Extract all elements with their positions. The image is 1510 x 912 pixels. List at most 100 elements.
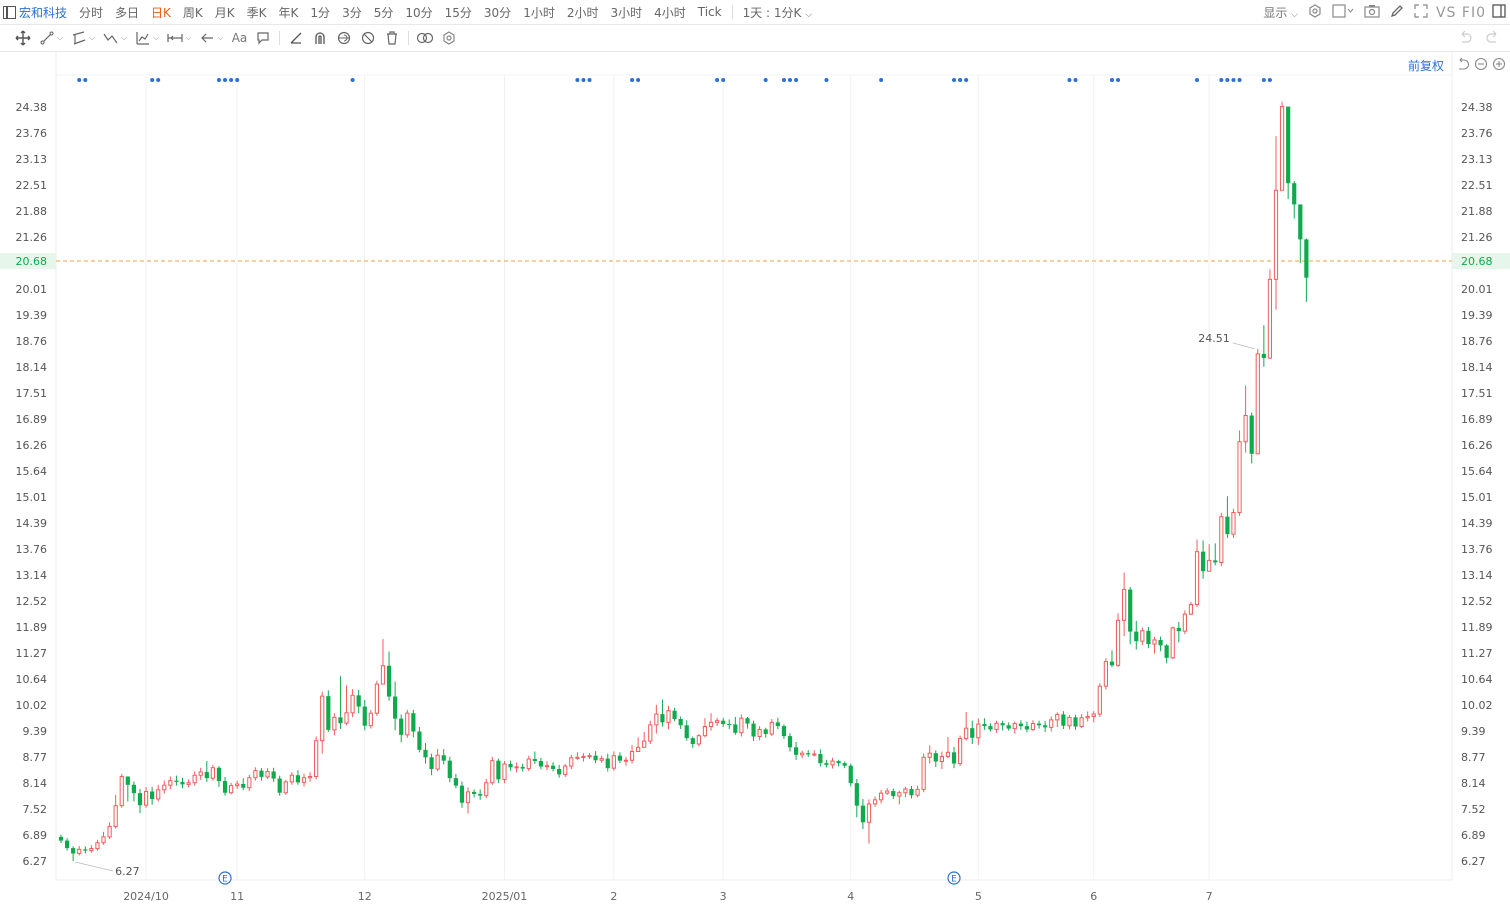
candle-body <box>660 714 665 723</box>
signal-dot <box>952 78 957 82</box>
magnet-icon[interactable] <box>311 29 329 47</box>
move-icon[interactable] <box>14 29 32 47</box>
comment-icon[interactable] <box>254 29 272 47</box>
undo-redo <box>1458 30 1500 47</box>
y-tick-label-right: 16.26 <box>1461 439 1493 452</box>
candle-body <box>769 721 774 735</box>
divider <box>408 31 410 45</box>
candle-body <box>866 803 872 823</box>
chevron-down-icon[interactable]: ⌵ <box>185 33 191 43</box>
candle-body <box>1164 645 1169 658</box>
candle-body <box>210 767 215 779</box>
kline-chart[interactable]: 2024/10 11 12 2025/01 2 3 4 5 6 7 24.38 24.38 23.76 2… <box>0 52 1510 912</box>
candle-body <box>168 780 173 786</box>
settings-icon[interactable] <box>1308 4 1322 21</box>
candle-body <box>301 777 307 783</box>
candle-body <box>386 665 392 697</box>
candle-body <box>557 768 562 775</box>
timeframe-tabs: 分时 多日 日K 周K 月K 季K 年K 1分 3分 5分 10分 15分 30分 1小时 2小时 3小时 4小… <box>73 4 728 21</box>
display-dropdown[interactable]: 显示 ⌵ <box>1263 4 1298 21</box>
timeframe-tab[interactable]: Tick <box>698 5 722 19</box>
timeframe-tab[interactable]: 年K <box>279 4 299 21</box>
candle-body <box>909 788 914 796</box>
candle-body <box>988 726 993 730</box>
stock-name[interactable]: 宏和科技 <box>19 4 67 21</box>
redo-icon[interactable] <box>1486 30 1500 47</box>
timeframe-tab[interactable]: 3分 <box>342 4 362 21</box>
chevron-down-icon[interactable]: ⌵ <box>153 33 159 43</box>
layout-icon[interactable] <box>1332 4 1354 21</box>
candle-body <box>1170 627 1175 659</box>
chevron-down-icon[interactable]: ⌵ <box>57 33 63 43</box>
text-icon[interactable]: Aa <box>230 29 248 47</box>
y-tick-label-right: 11.27 <box>1461 647 1493 660</box>
undo-icon[interactable] <box>1458 30 1472 47</box>
candle-body <box>1030 723 1036 730</box>
settings-icon[interactable] <box>440 29 458 47</box>
measure-icon[interactable] <box>166 29 184 47</box>
link-icon[interactable] <box>416 29 434 47</box>
timeframe-tab[interactable]: 月K <box>215 4 235 21</box>
sidebar-toggle-icon[interactable] <box>3 5 16 19</box>
candle-body <box>958 738 963 765</box>
chevron-down-icon[interactable]: ⌵ <box>89 33 95 43</box>
eye-icon[interactable] <box>335 29 353 47</box>
timeframe-tab[interactable]: 周K <box>183 4 203 21</box>
y-tick-label-left: 10.64 <box>16 673 48 686</box>
hide-icon[interactable] <box>359 29 377 47</box>
timeframe-tab[interactable]: 30分 <box>484 4 511 21</box>
high-marker-line <box>1232 342 1255 350</box>
chevron-down-icon[interactable]: ⌵ <box>121 33 127 43</box>
candle-body <box>180 781 185 785</box>
camera-icon[interactable] <box>1364 4 1380 21</box>
x-tick-label: 2024/10 <box>123 890 169 903</box>
y-tick-label-right: 10.02 <box>1461 699 1493 712</box>
ruler-icon[interactable] <box>287 29 305 47</box>
timeframe-tab[interactable]: 15分 <box>445 4 472 21</box>
trash-icon[interactable] <box>383 29 401 47</box>
timeframe-tab[interactable]: 10分 <box>405 4 432 21</box>
chevron-down-icon[interactable]: ⌵ <box>217 33 223 43</box>
timeframe-tab[interactable]: 5分 <box>374 4 394 21</box>
timeframe-tab[interactable]: 季K <box>247 4 267 21</box>
mode-selector[interactable]: 1天 : 1分K ⌵ <box>743 4 812 21</box>
timeframe-tab[interactable]: 1小时 <box>523 4 555 21</box>
timeframe-tab[interactable]: 分时 <box>79 4 103 21</box>
panel-toggle-icon[interactable] <box>1492 4 1506 21</box>
candle-body <box>259 770 264 777</box>
channel-icon[interactable] <box>70 29 88 47</box>
signal-dot <box>150 78 155 82</box>
candle-body <box>569 757 574 767</box>
pencil-icon[interactable] <box>1390 4 1404 21</box>
candle-body <box>1109 661 1115 666</box>
candle-body <box>1255 353 1260 455</box>
candle-body <box>1103 661 1109 687</box>
candle-body <box>939 755 944 762</box>
candle-body <box>459 785 465 803</box>
fib-icon[interactable] <box>134 29 152 47</box>
timeframe-tab[interactable]: 多日 <box>115 4 139 21</box>
timeframe-tab[interactable]: 2小时 <box>567 4 599 21</box>
candle-body <box>271 771 276 779</box>
signal-dot <box>1225 78 1230 82</box>
arrow-icon[interactable] <box>198 29 216 47</box>
candle-body <box>1298 204 1303 240</box>
timeframe-tab[interactable]: 日K <box>151 4 171 21</box>
candle-body <box>338 717 343 724</box>
candle-body <box>1085 716 1090 719</box>
vs-compare[interactable]: VS FI0 <box>1436 5 1486 21</box>
signal-dot <box>824 78 829 82</box>
candle-body <box>1182 613 1187 632</box>
line-icon[interactable] <box>38 29 56 47</box>
candle-body <box>344 712 349 724</box>
candle-body <box>295 775 301 783</box>
y-tick-label-left: 7.52 <box>23 803 48 816</box>
timeframe-tab[interactable]: 4小时 <box>654 4 686 21</box>
fullscreen-icon[interactable] <box>1414 4 1428 21</box>
timeframe-tab[interactable]: 3小时 <box>610 4 642 21</box>
candle-body <box>885 790 890 794</box>
wave-icon[interactable] <box>102 29 120 47</box>
signal-dot <box>879 78 884 82</box>
timeframe-tab[interactable]: 1分 <box>310 4 330 21</box>
candle-body <box>611 755 616 769</box>
